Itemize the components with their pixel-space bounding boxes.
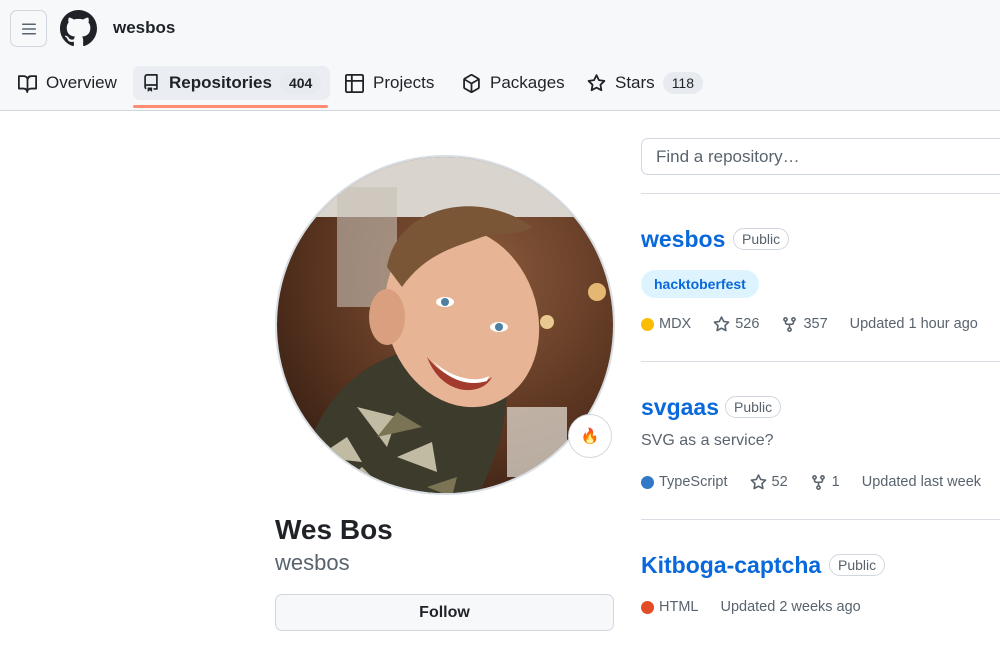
repo-forks-link[interactable]: 1 <box>810 474 840 491</box>
forks-count: 1 <box>831 474 840 490</box>
book-icon <box>18 74 37 93</box>
profile-full-name: Wes Bos <box>275 514 393 545</box>
repo-stars-link[interactable]: 52 <box>750 473 788 491</box>
active-tab-underline <box>133 105 328 108</box>
github-logo-icon[interactable] <box>60 10 97 47</box>
repo-name-link[interactable]: svgaas <box>641 394 719 421</box>
avatar-photo <box>277 157 613 493</box>
repo-updated: Updated last week <box>861 474 982 490</box>
hamburger-icon <box>21 23 36 34</box>
fork-icon <box>811 474 825 490</box>
tab-repositories-label: Repositories <box>169 73 272 92</box>
fork-icon <box>783 316 797 332</box>
avatar[interactable] <box>275 155 615 495</box>
language-label: TypeScript <box>659 474 728 490</box>
tab-repositories[interactable]: Repositories 404 <box>133 66 331 100</box>
star-icon <box>713 315 730 331</box>
repo-language: MDX <box>641 316 691 332</box>
repo-name-link[interactable]: wesbos <box>641 226 725 253</box>
profile-tabs: Overview Repositories 404 Projects Packa… <box>0 62 1000 110</box>
stars-count: 52 <box>771 474 788 490</box>
language-color-dot <box>641 317 654 331</box>
repo-stars-link[interactable]: 526 <box>713 315 760 333</box>
tab-overview[interactable]: Overview <box>18 66 117 100</box>
package-icon <box>463 73 480 93</box>
hamburger-menu-button[interactable] <box>10 10 47 47</box>
profile-login: wesbos <box>275 550 350 575</box>
repositories-count-badge: 404 <box>279 72 322 94</box>
tab-stars[interactable]: Stars 118 <box>587 66 704 100</box>
star-icon <box>750 473 766 489</box>
tab-projects-label: Projects <box>373 73 435 92</box>
repo-meta: TypeScript 52 1 Updated last week <box>641 472 1000 492</box>
repo-icon <box>144 74 158 92</box>
forks-count: 357 <box>803 316 828 332</box>
tab-packages-label: Packages <box>490 73 565 92</box>
divider <box>641 361 1000 362</box>
fire-icon: 🔥 <box>580 428 600 445</box>
language-label: HTML <box>659 599 699 615</box>
profile-header: wesbos Overview Repositories 404 Project… <box>0 0 1000 111</box>
tab-stars-label: Stars <box>615 73 655 92</box>
visibility-badge: Public <box>829 554 886 576</box>
stars-count-badge: 118 <box>662 72 704 94</box>
divider <box>641 193 1000 194</box>
visibility-badge: Public <box>725 396 782 418</box>
follow-button[interactable]: Follow <box>275 594 614 631</box>
repo-language: TypeScript <box>641 474 728 490</box>
divider <box>641 519 1000 520</box>
repo-forks-link[interactable]: 357 <box>781 316 828 333</box>
header-username[interactable]: wesbos <box>113 18 175 38</box>
repo-language: HTML <box>641 599 698 615</box>
language-color-dot <box>641 475 654 489</box>
repository-search-input[interactable] <box>641 138 1000 175</box>
repo-meta: HTML Updated 2 weeks ago <box>641 597 883 617</box>
repo-updated: Updated 1 hour ago <box>849 316 978 332</box>
star-icon <box>587 73 606 91</box>
stars-count: 526 <box>735 316 760 332</box>
tab-overview-label: Overview <box>46 73 117 92</box>
language-color-dot <box>641 600 654 614</box>
tab-packages[interactable]: Packages <box>462 66 565 100</box>
repo-name-link[interactable]: Kitboga-captcha <box>641 552 821 579</box>
status-emoji-button[interactable]: 🔥 <box>568 414 612 458</box>
repo-description: SVG as a service? <box>641 432 774 449</box>
repo-updated: Updated 2 weeks ago <box>720 599 861 615</box>
visibility-badge: Public <box>733 228 790 250</box>
table-icon <box>345 73 364 93</box>
tab-projects[interactable]: Projects <box>345 66 434 100</box>
topic-tag[interactable]: hacktoberfest <box>641 270 759 298</box>
repo-meta: MDX 526 357 Updated 1 hour ago <box>641 314 1000 334</box>
language-label: MDX <box>659 316 692 332</box>
